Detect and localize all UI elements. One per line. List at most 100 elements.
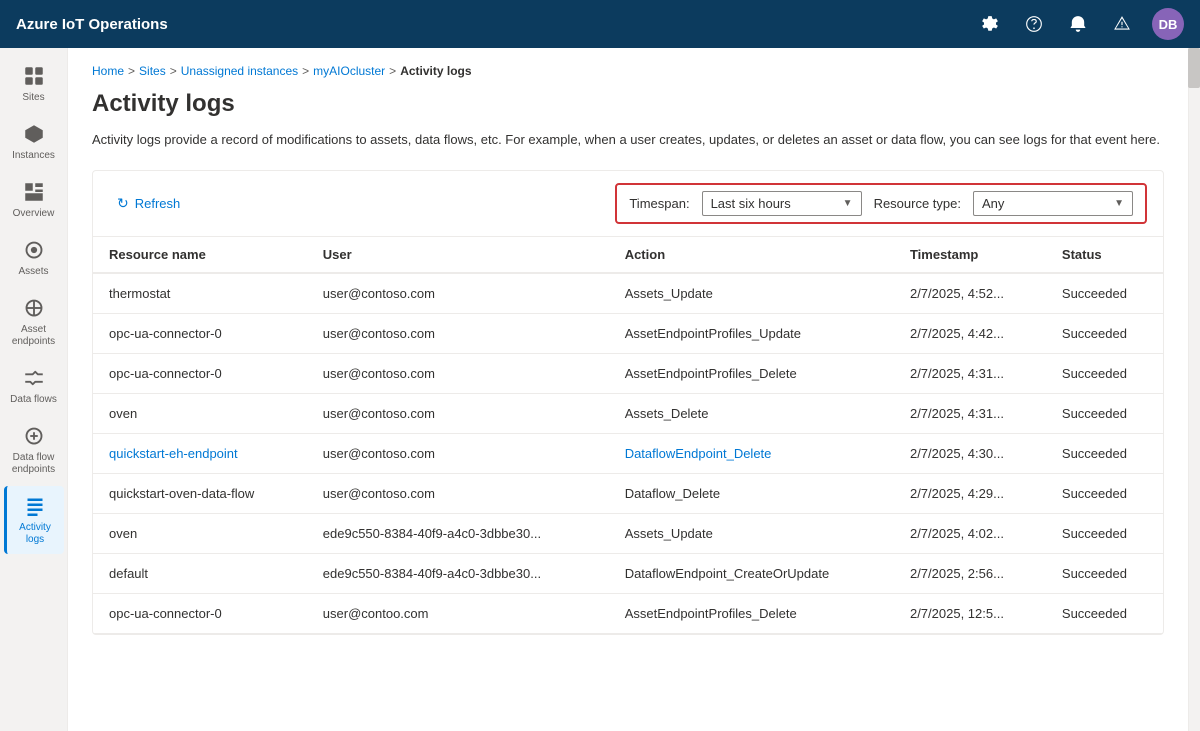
- settings-icon[interactable]: [976, 10, 1004, 38]
- cell-resource-name: default: [93, 553, 307, 593]
- asset-endpoints-icon: [22, 296, 46, 320]
- sidebar-item-label: Overview: [13, 208, 55, 220]
- timespan-value: Last six hours: [711, 196, 835, 211]
- resource-type-select[interactable]: Any ▼: [973, 191, 1133, 216]
- sidebar-item-assets[interactable]: Assets: [4, 230, 64, 286]
- sidebar-item-sites[interactable]: Sites: [4, 56, 64, 112]
- notifications-icon[interactable]: [1064, 10, 1092, 38]
- timespan-label: Timespan:: [629, 196, 689, 211]
- user-avatar[interactable]: DB: [1152, 8, 1184, 40]
- cell-action: AssetEndpointProfiles_Delete: [609, 593, 894, 633]
- refresh-label: Refresh: [135, 196, 181, 211]
- breadcrumb: Home > Sites > Unassigned instances > my…: [92, 64, 1164, 78]
- filter-group: Timespan: Last six hours ▼ Resource type…: [615, 183, 1147, 224]
- help-icon[interactable]: [1020, 10, 1048, 38]
- cell-timestamp: 2/7/2025, 4:31...: [894, 353, 1046, 393]
- cell-timestamp: 2/7/2025, 2:56...: [894, 553, 1046, 593]
- scrollbar[interactable]: [1188, 48, 1200, 731]
- cell-user: user@contoso.com: [307, 353, 609, 393]
- sidebar-item-label: Asset endpoints: [8, 324, 60, 348]
- sidebar-item-data-flows[interactable]: Data flows: [4, 358, 64, 414]
- breadcrumb-unassigned[interactable]: Unassigned instances: [181, 64, 298, 78]
- cell-resource-name[interactable]: quickstart-eh-endpoint: [93, 433, 307, 473]
- table-row: quickstart-oven-data-flowuser@contoso.co…: [93, 473, 1163, 513]
- col-header-user: User: [307, 237, 609, 273]
- activity-log-table: Resource name User Action Timestamp Stat…: [93, 237, 1163, 634]
- sidebar-item-asset-endpoints[interactable]: Asset endpoints: [4, 288, 64, 356]
- sidebar-item-label: Assets: [18, 266, 48, 278]
- sidebar-item-label: Data flow endpoints: [8, 452, 60, 476]
- cell-action: DataflowEndpoint_CreateOrUpdate: [609, 553, 894, 593]
- cell-resource-name: opc-ua-connector-0: [93, 313, 307, 353]
- main-content: Home > Sites > Unassigned instances > my…: [68, 48, 1188, 731]
- cell-resource-name: thermostat: [93, 273, 307, 314]
- cell-timestamp: 2/7/2025, 4:29...: [894, 473, 1046, 513]
- cell-status: Succeeded: [1046, 273, 1163, 314]
- cell-status: Succeeded: [1046, 433, 1163, 473]
- main-layout: Sites Instances Overview Assets Asset en…: [0, 48, 1200, 731]
- breadcrumb-sep-2: >: [170, 64, 177, 78]
- breadcrumb-cluster[interactable]: myAIOcluster: [313, 64, 385, 78]
- table-row: thermostatuser@contoso.comAssets_Update2…: [93, 273, 1163, 314]
- cell-user: user@contoso.com: [307, 273, 609, 314]
- cell-timestamp: 2/7/2025, 4:02...: [894, 513, 1046, 553]
- col-header-timestamp: Timestamp: [894, 237, 1046, 273]
- cell-status: Succeeded: [1046, 473, 1163, 513]
- app-title: Azure IoT Operations: [16, 16, 976, 33]
- breadcrumb-sites[interactable]: Sites: [139, 64, 166, 78]
- cell-resource-name: oven: [93, 393, 307, 433]
- cell-timestamp: 2/7/2025, 4:31...: [894, 393, 1046, 433]
- sidebar-item-instances[interactable]: Instances: [4, 114, 64, 170]
- cell-status: Succeeded: [1046, 553, 1163, 593]
- top-navigation: Azure IoT Operations DB: [0, 0, 1200, 48]
- action-link[interactable]: DataflowEndpoint_Delete: [625, 446, 772, 461]
- cell-timestamp: 2/7/2025, 4:42...: [894, 313, 1046, 353]
- cell-action: Assets_Update: [609, 513, 894, 553]
- cell-user: user@contoso.com: [307, 313, 609, 353]
- refresh-button[interactable]: ↻ Refresh: [109, 191, 188, 216]
- table-row: opc-ua-connector-0user@contoso.comAssetE…: [93, 353, 1163, 393]
- cell-action: Assets_Update: [609, 273, 894, 314]
- sidebar-item-label: Activity logs: [11, 522, 60, 546]
- cell-status: Succeeded: [1046, 313, 1163, 353]
- sidebar-item-label: Sites: [22, 92, 44, 104]
- cell-resource-name: quickstart-oven-data-flow: [93, 473, 307, 513]
- sidebar-item-label: Instances: [12, 150, 55, 162]
- col-header-status: Status: [1046, 237, 1163, 273]
- instances-icon: [22, 122, 46, 146]
- cell-status: Succeeded: [1046, 513, 1163, 553]
- cell-action[interactable]: DataflowEndpoint_Delete: [609, 433, 894, 473]
- cell-status: Succeeded: [1046, 593, 1163, 633]
- overview-icon: [22, 180, 46, 204]
- timespan-chevron-icon: ▼: [843, 198, 853, 209]
- cell-status: Succeeded: [1046, 353, 1163, 393]
- cell-user: user@contoo.com: [307, 593, 609, 633]
- activity-logs-icon: [23, 494, 47, 518]
- cell-status: Succeeded: [1046, 393, 1163, 433]
- cell-timestamp: 2/7/2025, 12:5...: [894, 593, 1046, 633]
- cell-user: user@contoso.com: [307, 473, 609, 513]
- page-title: Activity logs: [92, 90, 1164, 118]
- topnav-icons: DB: [976, 8, 1184, 40]
- col-header-action: Action: [609, 237, 894, 273]
- sidebar-item-label: Data flows: [10, 394, 57, 406]
- cell-action: AssetEndpointProfiles_Delete: [609, 353, 894, 393]
- breadcrumb-sep-4: >: [389, 64, 396, 78]
- sidebar-item-overview[interactable]: Overview: [4, 172, 64, 228]
- cell-timestamp: 2/7/2025, 4:30...: [894, 433, 1046, 473]
- cell-resource-name: opc-ua-connector-0: [93, 593, 307, 633]
- sidebar-item-activity-logs[interactable]: Activity logs: [4, 486, 64, 554]
- timespan-select[interactable]: Last six hours ▼: [702, 191, 862, 216]
- table-row: defaultede9c550-8384-40f9-a4c0-3dbbe30..…: [93, 553, 1163, 593]
- resource-type-value: Any: [982, 196, 1106, 211]
- breadcrumb-sep-3: >: [302, 64, 309, 78]
- toolbar: ↻ Refresh Timespan: Last six hours ▼ Res…: [93, 171, 1163, 237]
- resource-link[interactable]: quickstart-eh-endpoint: [109, 446, 238, 461]
- alerts-icon[interactable]: [1108, 10, 1136, 38]
- resource-type-chevron-icon: ▼: [1114, 198, 1124, 209]
- cell-action: Assets_Delete: [609, 393, 894, 433]
- refresh-icon: ↻: [117, 195, 129, 212]
- sidebar-item-data-flow-endpoints[interactable]: Data flow endpoints: [4, 416, 64, 484]
- assets-icon: [22, 238, 46, 262]
- breadcrumb-home[interactable]: Home: [92, 64, 124, 78]
